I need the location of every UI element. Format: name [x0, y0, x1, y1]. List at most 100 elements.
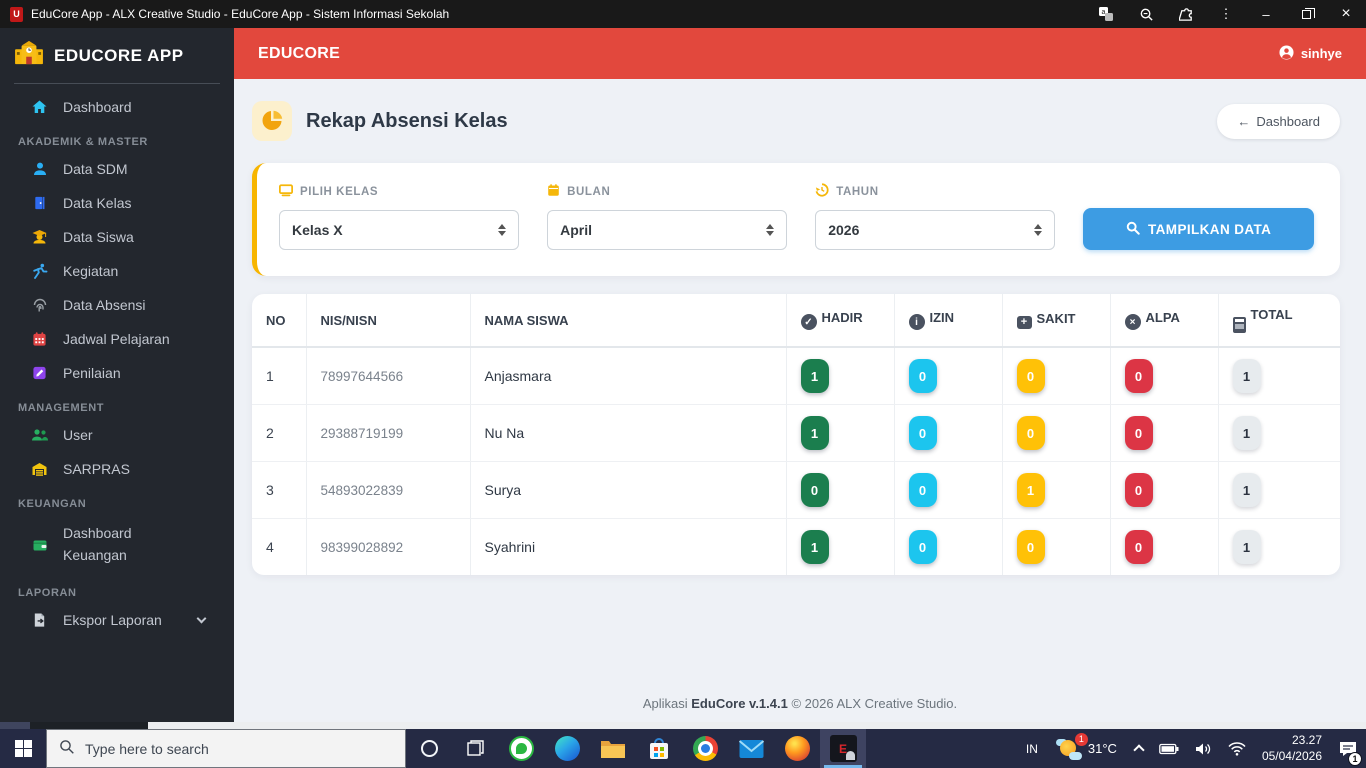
tampilkan-data-label: TAMPILKAN DATA: [1148, 221, 1272, 237]
sidebar-item-sarpras[interactable]: SARPRAS: [0, 452, 234, 486]
sidebar-section-laporan: LAPORAN: [18, 587, 77, 600]
hadir-badge: 1: [800, 530, 829, 564]
app-footer: Aplikasi EduCore v.1.4.1 © 2026 ALX Crea…: [234, 696, 1366, 711]
user-menu[interactable]: sinhye: [1279, 44, 1342, 63]
select-arrows-icon: [498, 224, 507, 236]
tampilkan-data-button[interactable]: TAMPILKAN DATA: [1083, 208, 1314, 250]
bulan-select[interactable]: April: [547, 210, 788, 250]
taskbar-chrome-icon[interactable]: [682, 729, 728, 768]
extensions-icon[interactable]: [1166, 0, 1206, 28]
home-icon: [30, 99, 49, 115]
filter-label-text: PILIH KELAS: [300, 186, 379, 198]
notification-center-icon[interactable]: 1: [1330, 729, 1366, 768]
tahun-filter-label: TAHUN: [815, 183, 1055, 200]
calendar-icon: [547, 183, 560, 200]
taskbar-whatsapp-icon[interactable]: [498, 729, 544, 768]
tray-time: 23.27: [1291, 732, 1322, 747]
attendance-table: NO NIS/NISN NAMA SISWA ✓ HADIR i IZIN + SAK…: [252, 294, 1340, 575]
sidebar-item-label: SARPRAS: [63, 461, 130, 477]
users-icon: [30, 427, 49, 443]
scrollbar-track[interactable]: [148, 722, 1366, 729]
minimize-button[interactable]: –: [1246, 0, 1286, 28]
svg-text:a: a: [1102, 9, 1106, 16]
alpa-badge: 0: [1124, 359, 1153, 393]
total-badge: 1: [1232, 359, 1261, 393]
taskbar-clock[interactable]: 23.27 05/04/2026: [1254, 733, 1330, 764]
table-header-row: NO NIS/NISN NAMA SISWA ✓ HADIR i IZIN + SAK…: [252, 294, 1340, 348]
sidebar-section-management: MANAGEMENT: [18, 402, 105, 414]
table-row: 4 98399028892 Syahrini 1 0 0 0 1: [252, 518, 1340, 575]
izin-badge: 0: [908, 530, 937, 564]
scrollbar-thumb[interactable]: [0, 722, 30, 729]
horizontal-scrollbar[interactable]: [0, 722, 1366, 729]
sidebar-item-data-absensi[interactable]: Data Absensi: [0, 288, 234, 322]
tahun-select-value: 2026: [828, 222, 860, 238]
tahun-select[interactable]: 2026: [815, 210, 1056, 250]
windows-taskbar: Type here to search E IN 1 31°C 23.27 05…: [0, 729, 1366, 768]
language-indicator[interactable]: IN: [1018, 729, 1046, 768]
filter-card: PILIH KELAS Kelas X BULAN April TAHUN 20…: [252, 163, 1340, 276]
sidebar-item-user[interactable]: User: [0, 418, 234, 452]
total-badge: 1: [1232, 416, 1261, 450]
sidebar-item-label: Ekspor Laporan: [63, 612, 162, 629]
sidebar-item-dashboard[interactable]: Dashboard: [0, 90, 234, 124]
weather-widget[interactable]: 1 31°C: [1046, 732, 1127, 761]
tray-chevron-up-icon[interactable]: [1127, 729, 1151, 768]
footer-prefix: Aplikasi: [642, 696, 688, 711]
start-button[interactable]: [0, 729, 46, 768]
filter-label-text: TAHUN: [836, 185, 879, 198]
taskbar-mail-icon[interactable]: [728, 729, 774, 768]
search-icon: [59, 739, 75, 758]
sidebar-item-label: Dashboard Keuangan: [63, 525, 132, 563]
kelas-select-value: Kelas X: [292, 222, 343, 238]
pie-chart-icon: [252, 101, 292, 141]
username-label: sinhye: [1300, 46, 1342, 61]
col-no: NO: [252, 294, 307, 348]
search-icon: [1126, 221, 1140, 238]
sidebar-item-data-sdm[interactable]: Data SDM: [0, 152, 234, 186]
sidebar-brand-label: EDUCORE APP: [54, 45, 184, 65]
total-badge: 1: [1232, 473, 1261, 507]
translate-icon[interactable]: a: [1086, 0, 1126, 28]
sidebar-item-ekspor-laporan[interactable]: Ekspor Laporan: [0, 603, 234, 637]
menu-kebab-icon[interactable]: ⋮: [1206, 0, 1246, 28]
battery-icon[interactable]: [1151, 729, 1187, 768]
sidebar-item-jadwal-pelajaran[interactable]: Jadwal Pelajaran: [0, 322, 234, 356]
select-arrows-icon: [1034, 224, 1043, 236]
taskbar-file-explorer-icon[interactable]: [590, 729, 636, 768]
topbar-brand[interactable]: EDUCORE: [258, 45, 340, 63]
izin-badge: 0: [908, 473, 937, 507]
close-button[interactable]: ×: [1326, 0, 1366, 28]
content-area: Rekap Absensi Kelas ← Dashboard PILIH KE…: [234, 79, 1366, 729]
calculator-icon: [1232, 317, 1246, 333]
footer-copyright: © 2026 ALX Creative Studio.: [791, 696, 958, 711]
warehouse-icon: [30, 461, 49, 477]
sidebar-item-data-siswa[interactable]: Data Siswa: [0, 220, 234, 254]
wifi-icon[interactable]: [1220, 729, 1254, 768]
alpa-badge: 0: [1124, 530, 1153, 564]
taskbar-firefox-icon[interactable]: [774, 729, 820, 768]
cortana-button[interactable]: [406, 729, 452, 768]
taskbar-search-input[interactable]: Type here to search: [46, 729, 406, 768]
speaker-icon[interactable]: [1187, 729, 1220, 768]
sidebar-brand: EDUCORE APP: [0, 28, 234, 81]
sidebar-item-label: Jadwal Pelajaran: [63, 331, 170, 347]
back-button-label: Dashboard: [1256, 113, 1320, 129]
sidebar-item-data-kelas[interactable]: Data Kelas: [0, 186, 234, 220]
task-view-button[interactable]: [452, 729, 498, 768]
taskbar-edge-icon[interactable]: [544, 729, 590, 768]
taskbar-store-icon[interactable]: [636, 729, 682, 768]
chalkboard-icon: [279, 184, 293, 200]
taskbar-educore-app-icon[interactable]: E: [820, 729, 866, 768]
sidebar-item-dashboard-keuangan[interactable]: Dashboard Keuangan: [0, 514, 234, 575]
window-title: EduCore App - ALX Creative Studio - EduC…: [31, 7, 450, 21]
sakit-badge: 0: [1016, 530, 1045, 564]
sidebar-item-penilaian[interactable]: Penilaian: [0, 356, 234, 390]
restore-button[interactable]: [1286, 0, 1326, 28]
sidebar-item-kegiatan[interactable]: Kegiatan: [0, 254, 234, 288]
back-to-dashboard-button[interactable]: ← Dashboard: [1217, 103, 1340, 139]
kelas-select[interactable]: Kelas X: [279, 210, 520, 250]
pen-square-icon: [30, 365, 49, 381]
weather-badge: 1: [1074, 732, 1088, 746]
zoom-icon[interactable]: [1126, 0, 1166, 28]
